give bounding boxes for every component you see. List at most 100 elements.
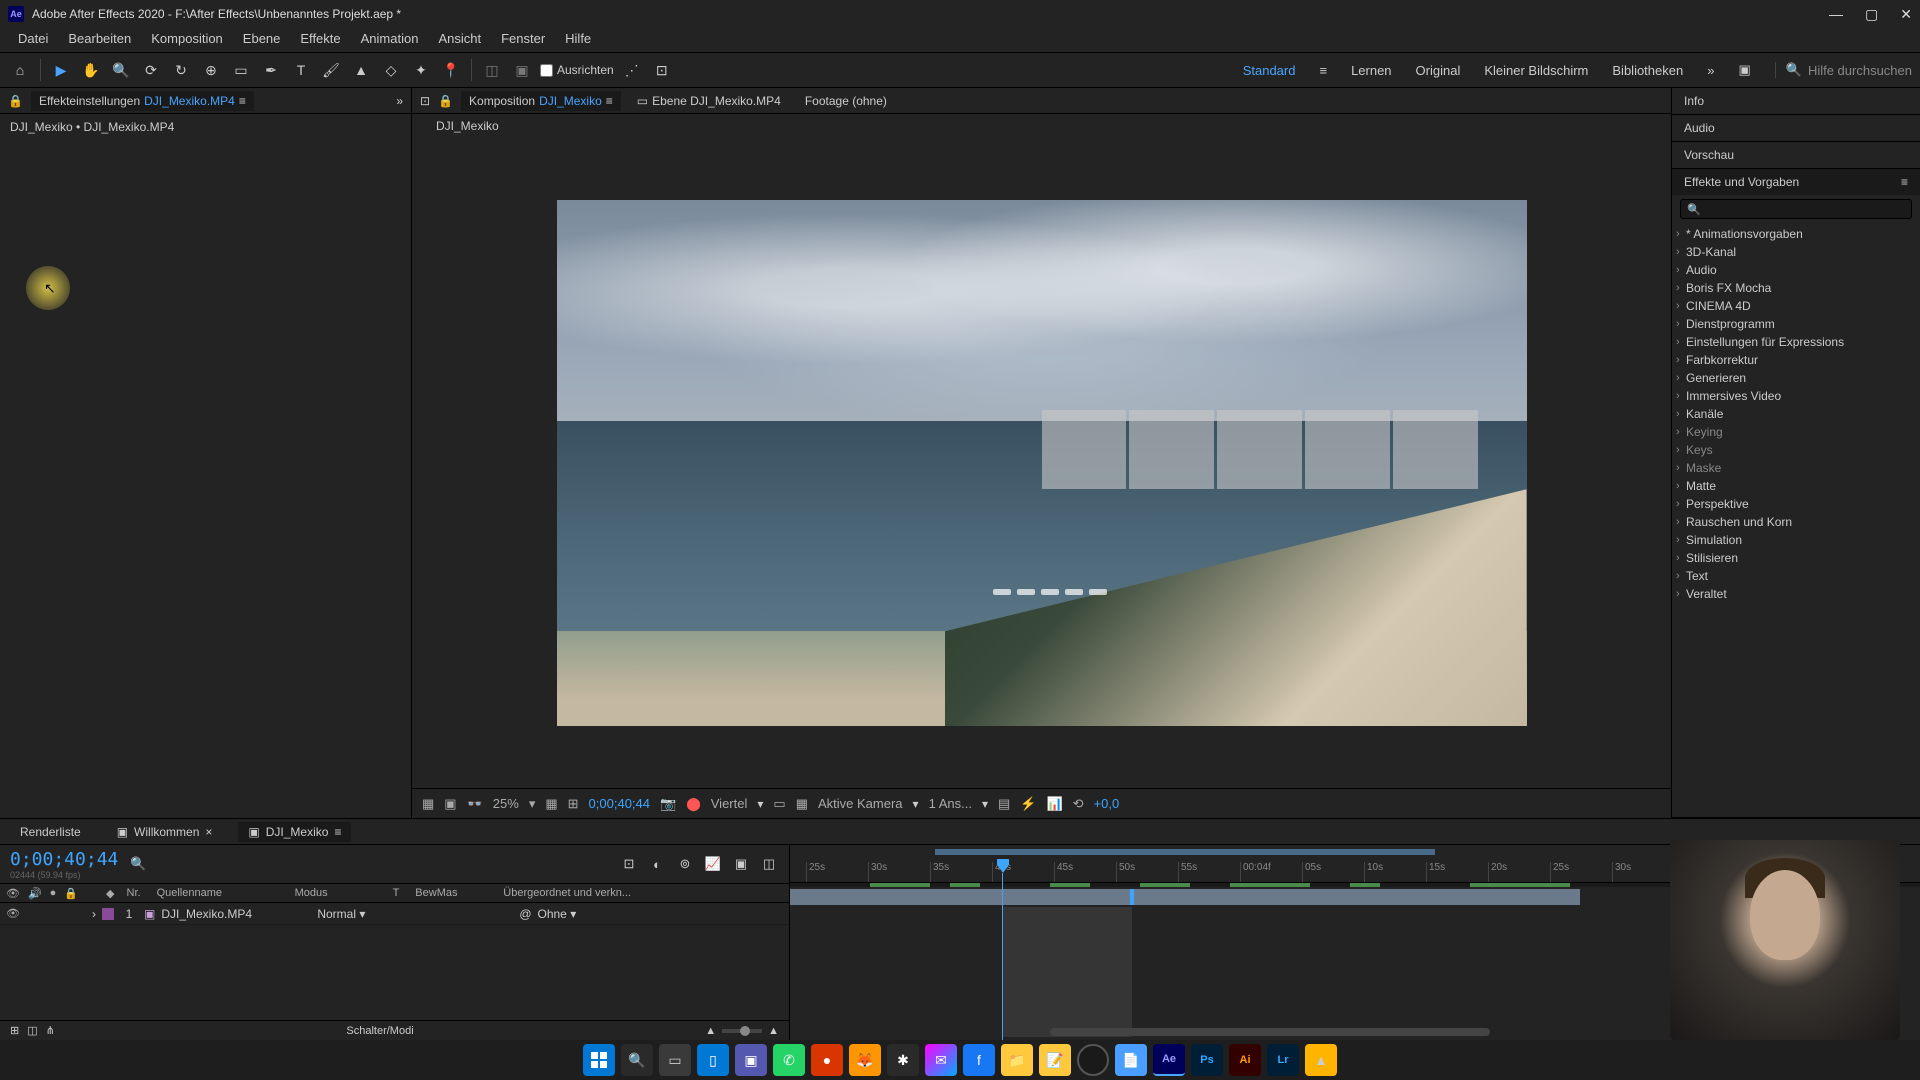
taskbar-whatsapp[interactable]: ✆	[773, 1044, 805, 1076]
cat-farbkorrektur[interactable]: Farbkorrektur	[1672, 351, 1920, 369]
camera-tool[interactable]: ▣	[510, 58, 534, 82]
panel-vorschau[interactable]: Vorschau	[1672, 142, 1920, 168]
schalter-modi-label[interactable]: Schalter/Modi	[346, 1025, 413, 1037]
roto-tool[interactable]: ✦	[409, 58, 433, 82]
cat-audio[interactable]: Audio	[1672, 261, 1920, 279]
comp-tab-menu-icon[interactable]: ≡	[606, 94, 613, 108]
taskbar-teams[interactable]: ▣	[735, 1044, 767, 1076]
alpha-icon[interactable]: ▣	[444, 796, 456, 812]
text-tool[interactable]: T	[289, 58, 313, 82]
brush-tool[interactable]: 🖌	[319, 58, 343, 82]
anchor-tool[interactable]: ⊕	[199, 58, 223, 82]
exposure-value[interactable]: +0,0	[1094, 796, 1120, 811]
cat-cinema4d[interactable]: CINEMA 4D	[1672, 297, 1920, 315]
search-placeholder[interactable]: Hilfe durchsuchen	[1808, 63, 1912, 78]
tab-timeline-comp[interactable]: ▣ DJI_Mexiko ≡	[238, 822, 351, 842]
timeline-icon[interactable]: 📊	[1046, 796, 1062, 812]
taskbar-app3[interactable]: 📄	[1115, 1044, 1147, 1076]
hand-tool[interactable]: ✋	[79, 58, 103, 82]
taskbar-lightroom[interactable]: Lr	[1267, 1044, 1299, 1076]
cat-kanaele[interactable]: Kanäle	[1672, 405, 1920, 423]
proportional-tool[interactable]: ⊡	[650, 58, 674, 82]
label-icon[interactable]: ◆	[106, 887, 114, 900]
mask-icon[interactable]: 👓	[467, 796, 483, 812]
shy-icon[interactable]: ⊡	[619, 854, 639, 874]
clone-tool[interactable]: ▲	[349, 58, 373, 82]
panel-overflow-icon[interactable]: »	[396, 94, 403, 108]
close-tab-icon[interactable]: ×	[205, 825, 212, 839]
magnification-icon[interactable]: ▦	[422, 796, 434, 812]
tab-menu-icon[interactable]: ≡	[239, 94, 246, 108]
rect-tool[interactable]: ▭	[229, 58, 253, 82]
speaker-icon[interactable]: 🔊	[28, 887, 42, 900]
lock-icon[interactable]: 🔒	[64, 887, 78, 900]
work-area-bar[interactable]	[935, 849, 1435, 855]
eraser-tool[interactable]: ◇	[379, 58, 403, 82]
taskbar-aftereffects[interactable]: Ae	[1153, 1044, 1185, 1076]
cat-boris-fx[interactable]: Boris FX Mocha	[1672, 279, 1920, 297]
taskbar-notes[interactable]: 📝	[1039, 1044, 1071, 1076]
taskbar-firefox[interactable]: 🦊	[849, 1044, 881, 1076]
toggle-bones-icon[interactable]: ⋔	[46, 1024, 55, 1037]
resolution-dropdown[interactable]: Viertel	[711, 796, 748, 811]
switch-icon[interactable]: ◫	[759, 854, 779, 874]
col-quellenname[interactable]: Quellenname	[153, 887, 283, 899]
toggle-modes-icon[interactable]: ◫	[27, 1024, 37, 1037]
draft3d-icon[interactable]: ▣	[731, 854, 751, 874]
flowchart-icon[interactable]: ⟲	[1073, 796, 1084, 812]
tab-renderliste[interactable]: Renderliste	[10, 822, 91, 842]
selection-tool[interactable]: ▶	[49, 58, 73, 82]
cat-maske[interactable]: Maske	[1672, 459, 1920, 477]
workspace-standard[interactable]: Standard	[1243, 63, 1296, 78]
layer-visibility-icon[interactable]: 👁	[6, 907, 20, 920]
col-modus[interactable]: Modus	[291, 887, 381, 899]
layer-parent[interactable]: Ohne	[538, 907, 567, 921]
channels-icon[interactable]: ⬤	[686, 796, 701, 812]
workspace-kleiner[interactable]: Kleiner Bildschirm	[1484, 63, 1588, 78]
tab-ebene[interactable]: ▭ Ebene DJI_Mexiko.MP4	[629, 91, 789, 111]
panel-menu-icon[interactable]: ≡	[1901, 175, 1908, 189]
roi-icon[interactable]: ▭	[773, 796, 785, 812]
workspace-toggle-icon[interactable]: ▣	[1738, 62, 1750, 78]
expand-icon[interactable]: ›	[92, 907, 96, 921]
zoom-in-icon[interactable]: ▲	[768, 1025, 779, 1037]
workspace-menu-icon[interactable]: ≡	[1319, 63, 1327, 78]
close-button[interactable]: ✕	[1900, 6, 1912, 23]
menu-fenster[interactable]: Fenster	[491, 28, 555, 52]
cat-dienstprogramm[interactable]: Dienstprogramm	[1672, 315, 1920, 333]
zoom-slider[interactable]	[722, 1029, 762, 1033]
cat-immersives[interactable]: Immersives Video	[1672, 387, 1920, 405]
workspace-original[interactable]: Original	[1416, 63, 1461, 78]
zoom-tool[interactable]: 🔍	[109, 58, 133, 82]
menu-hilfe[interactable]: Hilfe	[555, 28, 601, 52]
taskbar-app2[interactable]: ✱	[887, 1044, 919, 1076]
panel-effects-title[interactable]: Effekte und Vorgaben	[1684, 175, 1799, 189]
puppet-tool[interactable]: 📍	[439, 58, 463, 82]
fast-preview-icon[interactable]: ⚡	[1020, 796, 1036, 812]
layer-name[interactable]: DJI_Mexiko.MP4	[161, 907, 311, 921]
mesh-tool[interactable]: ◫	[480, 58, 504, 82]
col-nr[interactable]: Nr.	[123, 887, 145, 899]
comp-nav-icon[interactable]: ⊡	[420, 94, 430, 108]
taskbar-messenger[interactable]: ✉	[925, 1044, 957, 1076]
menu-effekte[interactable]: Effekte	[290, 28, 350, 52]
cat-stilisieren[interactable]: Stilisieren	[1672, 549, 1920, 567]
snapshot-icon[interactable]: 📷	[660, 796, 676, 812]
taskbar-illustrator[interactable]: Ai	[1229, 1044, 1261, 1076]
zoom-value[interactable]: 25%	[493, 796, 519, 811]
viewer-timecode[interactable]: 0;00;40;44	[589, 796, 650, 811]
timeline-timecode[interactable]: 0;00;40;44	[10, 849, 118, 870]
workspace-bibliotheken[interactable]: Bibliotheken	[1612, 63, 1683, 78]
grid-icon[interactable]: ▦	[545, 796, 557, 812]
graph-editor-icon[interactable]: 📈	[703, 854, 723, 874]
menu-bearbeiten[interactable]: Bearbeiten	[58, 28, 141, 52]
effects-search-input[interactable]: 🔍	[1680, 199, 1912, 219]
tab-komposition[interactable]: Komposition DJI_Mexiko ≡	[461, 91, 621, 111]
home-tool[interactable]: ⌂	[8, 58, 32, 82]
panel-nav-back[interactable]: 🔒	[8, 94, 23, 108]
panel-audio[interactable]: Audio	[1672, 115, 1920, 141]
col-bewmas[interactable]: BewMas	[411, 887, 491, 899]
guides-icon[interactable]: ⊞	[568, 796, 579, 812]
cat-keying[interactable]: Keying	[1672, 423, 1920, 441]
taskbar-app4[interactable]: ▲	[1305, 1044, 1337, 1076]
